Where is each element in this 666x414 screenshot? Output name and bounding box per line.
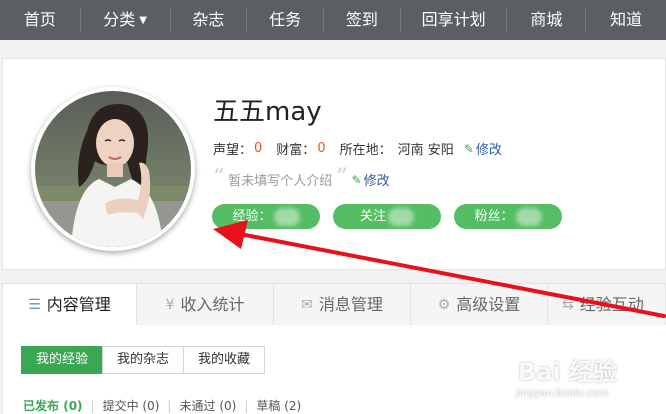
tab-income-stats[interactable]: ¥ 收入统计 xyxy=(137,284,274,326)
avatar-image xyxy=(35,91,191,247)
tab-label: 高级设置 xyxy=(456,295,521,314)
tab-label: 收入统计 xyxy=(180,295,245,314)
filter-rejected[interactable]: 未通过 (0) xyxy=(179,397,236,414)
filter-count: (2) xyxy=(284,399,302,413)
filter-divider: | xyxy=(90,398,95,413)
tab-content-management[interactable]: ☰ 内容管理 xyxy=(3,284,137,326)
filter-published[interactable]: 已发布 (0) xyxy=(23,397,83,414)
status-filters: 已发布 (0) | 提交中 (0) | 未通过 (0) | 草稿 (2) xyxy=(23,397,309,414)
nav-item-checkin[interactable]: 签到 xyxy=(324,0,400,40)
blurred-count xyxy=(388,207,414,226)
intro-text: 暂未填写个人介绍 xyxy=(228,174,333,189)
reputation-value: 0 xyxy=(254,141,263,156)
edit-intro-link[interactable]: ✎ 修改 xyxy=(351,170,390,190)
close-quote-icon: ” xyxy=(336,164,348,190)
profile-card: 五五may 声望： 0 财富： 0 所在地： 河南 安阳 ✎ 修改 “ 暂未填写… xyxy=(2,58,666,270)
avatar[interactable] xyxy=(31,87,195,251)
nav-item-share-plan[interactable]: 回享计划 xyxy=(401,0,507,40)
pencil-icon: ✎ xyxy=(463,141,474,156)
profile-stats: 声望： 0 财富： 0 所在地： 河南 安阳 ✎ 修改 xyxy=(213,139,502,158)
location-value: 河南 安阳 xyxy=(397,143,454,158)
mail-icon: ✉ xyxy=(301,297,313,313)
wealth-label: 财富： xyxy=(276,143,316,158)
pencil-icon: ✎ xyxy=(351,172,362,187)
wealth-value: 0 xyxy=(317,141,326,156)
open-quote-icon: “ xyxy=(213,164,225,190)
filter-submitting[interactable]: 提交中 (0) xyxy=(103,397,160,414)
list-icon: ☰ xyxy=(28,297,41,313)
nav-item-mall[interactable]: 商城 xyxy=(507,0,585,40)
nav-item-magazine[interactable]: 杂志 xyxy=(171,0,247,40)
intro-row: “ 暂未填写个人介绍 ” ✎ 修改 xyxy=(213,164,390,190)
chevron-down-icon: ▼ xyxy=(139,15,147,26)
following-pill-label: 关注 xyxy=(359,209,386,224)
blurred-count xyxy=(515,207,542,226)
filter-label: 草稿 xyxy=(256,399,281,413)
following-pill[interactable]: 关注 xyxy=(333,204,441,229)
reputation-label: 声望： xyxy=(213,143,253,158)
tab-label: 内容管理 xyxy=(46,295,111,314)
exchange-icon: ⇆ xyxy=(562,297,574,313)
filter-divider: | xyxy=(167,398,172,413)
filter-label: 未通过 xyxy=(179,399,216,413)
sub-tabs: 我的经验 我的杂志 我的收藏 xyxy=(21,346,266,374)
top-nav: 首页 分类 ▼ 杂志 任务 签到 回享计划 商城 知道 xyxy=(0,0,666,40)
edit-intro-label: 修改 xyxy=(363,174,390,189)
subtab-my-magazine[interactable]: 我的杂志 xyxy=(102,346,185,374)
tab-label: 消息管理 xyxy=(318,295,383,314)
main-tabs: ☰ 内容管理 ¥ 收入统计 ✉ 消息管理 ⚙ 高级设置 ⇆ 经验互动 xyxy=(2,283,666,326)
gear-icon: ⚙ xyxy=(437,297,451,313)
tab-message-management[interactable]: ✉ 消息管理 xyxy=(274,284,411,326)
location-label: 所在地： xyxy=(339,143,392,158)
filter-count: (0) xyxy=(142,399,160,413)
tab-label: 经验互动 xyxy=(579,295,644,314)
profile-pills: 经验： 关注 粉丝： xyxy=(212,204,575,229)
experience-pill[interactable]: 经验： xyxy=(212,204,320,229)
nav-item-zhidao[interactable]: 知道 xyxy=(586,0,666,40)
tab-experience-interaction[interactable]: ⇆ 经验互动 xyxy=(548,284,665,326)
tab-advanced-settings[interactable]: ⚙ 高级设置 xyxy=(411,284,548,326)
nav-item-category[interactable]: 分类 ▼ xyxy=(81,0,170,40)
followers-pill[interactable]: 粉丝： xyxy=(454,204,562,229)
username: 五五may xyxy=(213,97,322,127)
followers-pill-label: 粉丝： xyxy=(474,209,514,224)
experience-pill-label: 经验： xyxy=(232,209,272,224)
edit-location-link[interactable]: ✎ 修改 xyxy=(463,139,502,159)
blurred-count xyxy=(273,207,300,226)
watermark-url: jingyan.baidu.com xyxy=(516,388,609,399)
filter-count: (0) xyxy=(219,399,237,413)
baidu-jingyan-watermark: Bai 经验 jingyan.baidu.com xyxy=(512,340,662,410)
filter-drafts[interactable]: 草稿 (2) xyxy=(256,397,301,414)
filter-label: 提交中 xyxy=(102,399,139,413)
edit-location-label: 修改 xyxy=(475,143,502,158)
yen-icon: ¥ xyxy=(165,297,175,313)
nav-item-tasks[interactable]: 任务 xyxy=(247,0,323,40)
nav-item-category-label: 分类 xyxy=(103,10,136,29)
watermark-text: Bai 经验 xyxy=(518,358,618,386)
subtab-my-favorites[interactable]: 我的收藏 xyxy=(183,346,266,374)
subtab-my-experience[interactable]: 我的经验 xyxy=(21,346,104,374)
filter-divider: | xyxy=(244,398,249,413)
nav-item-home[interactable]: 首页 xyxy=(0,0,80,40)
filter-label: 已发布 xyxy=(23,399,60,413)
filter-count: (0) xyxy=(63,399,83,413)
avatar-photo xyxy=(35,91,191,247)
